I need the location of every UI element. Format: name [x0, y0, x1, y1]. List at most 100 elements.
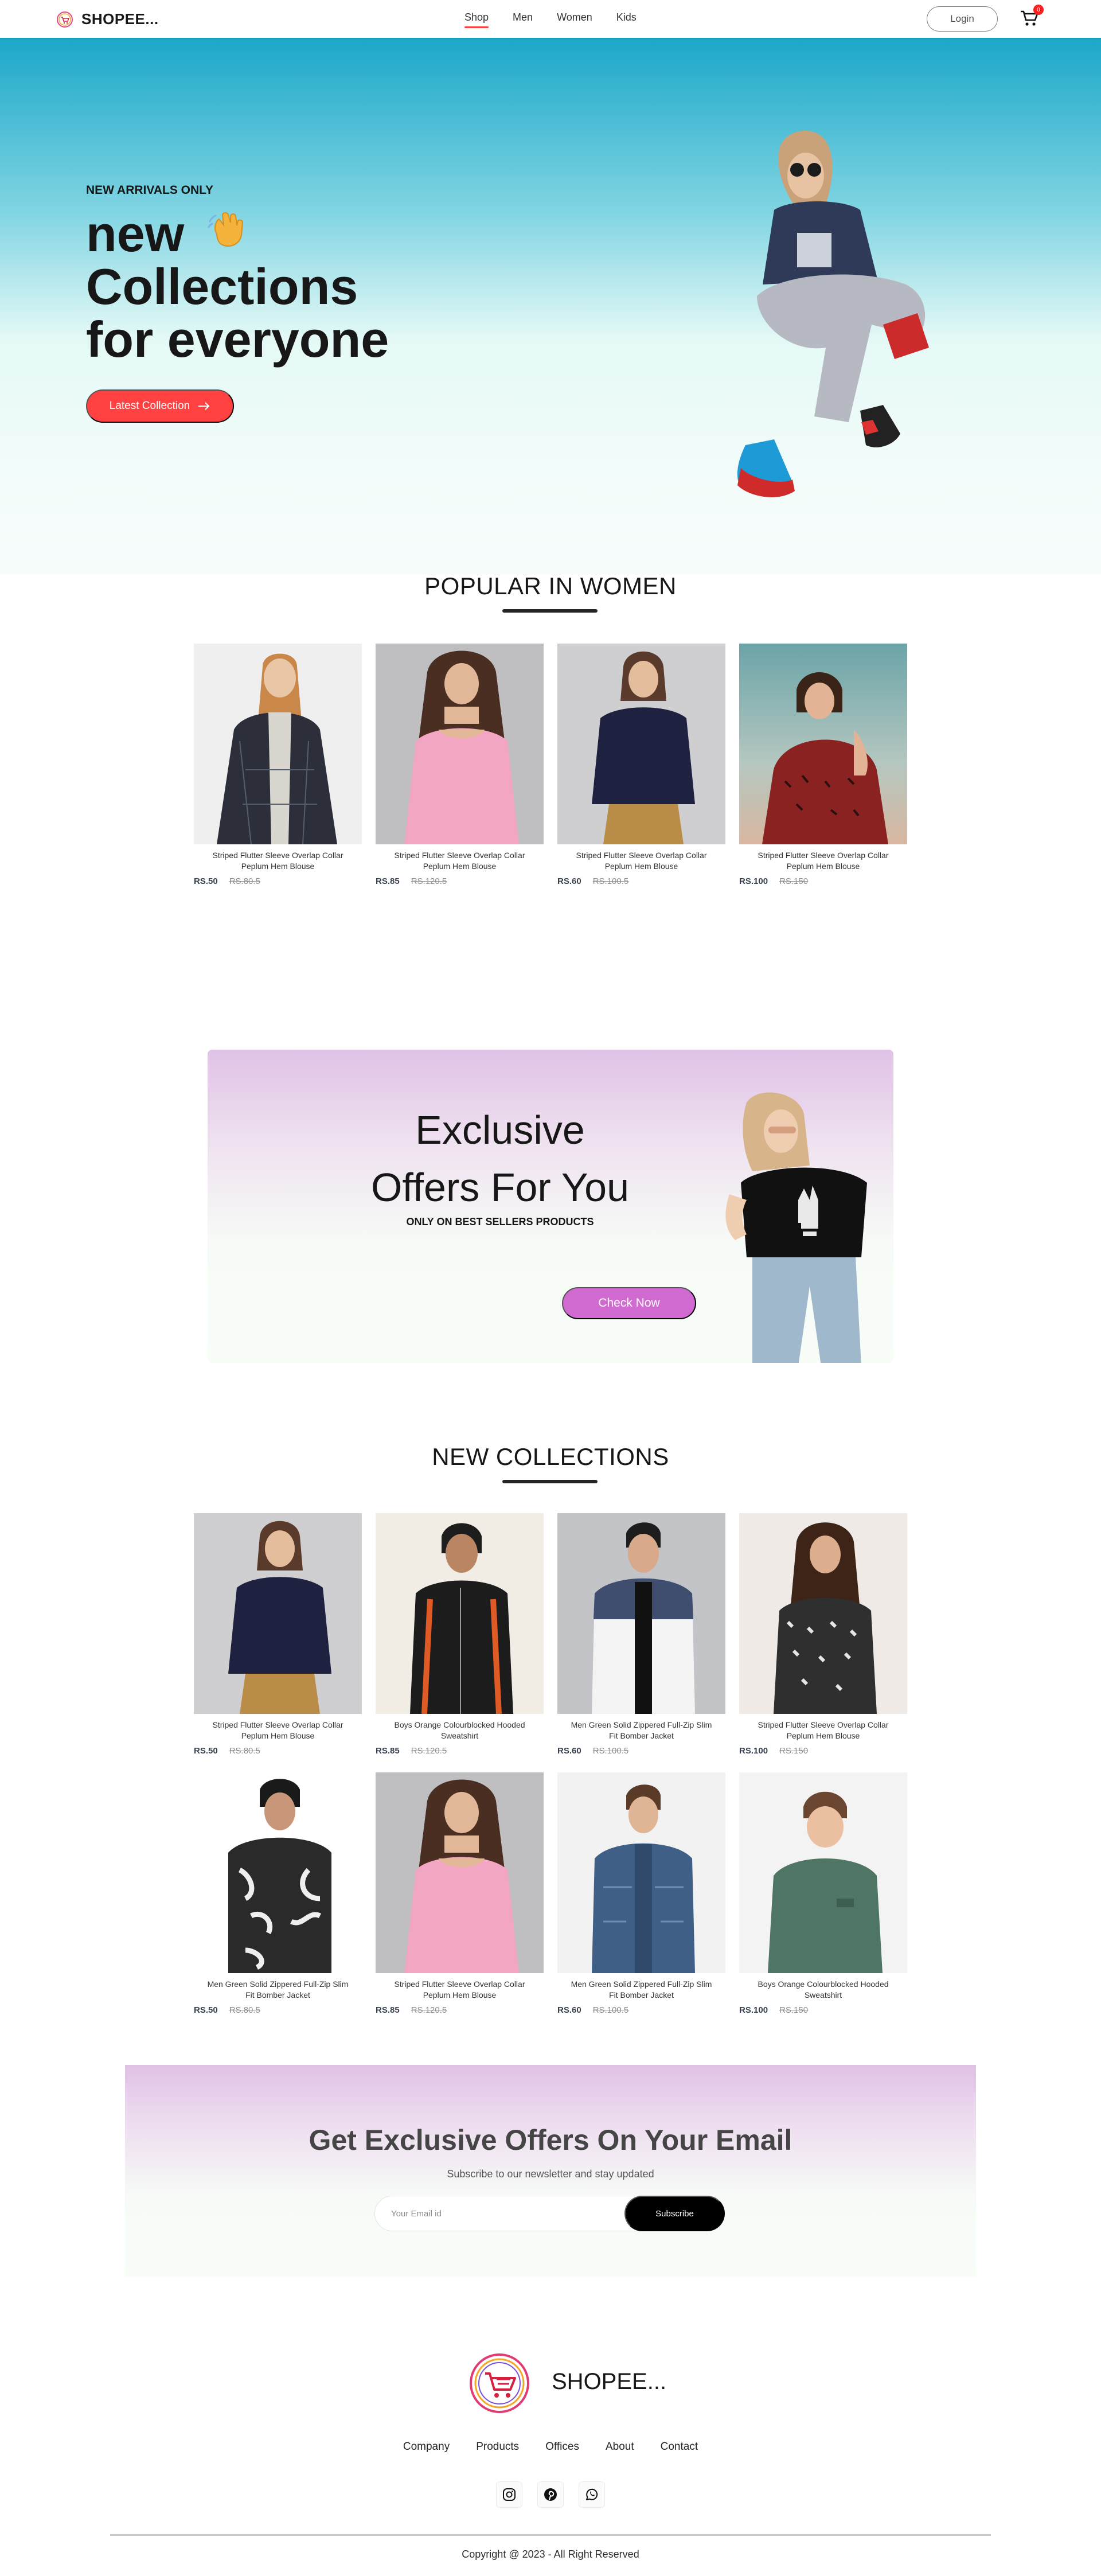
- product-name[interactable]: Striped Flutter Sleeve Overlap Collar Pe…: [557, 850, 725, 872]
- pinterest-icon: [544, 2488, 557, 2501]
- new-price: RS.50: [194, 1746, 218, 1756]
- product-image[interactable]: [739, 644, 907, 844]
- product-prices: RS.100 RS.150: [739, 1746, 907, 1756]
- newsletter-subtitle: Subscribe to our newsletter and stay upd…: [447, 2168, 654, 2180]
- product-name[interactable]: Striped Flutter Sleeve Overlap Collar Pe…: [739, 1720, 907, 1741]
- arrow-right-icon: [198, 402, 210, 410]
- product-name[interactable]: Striped Flutter Sleeve Overlap Collar Pe…: [376, 1979, 544, 2001]
- main-menu: Shop Men Women Kids: [464, 11, 637, 28]
- product-image[interactable]: [557, 1772, 725, 1973]
- menu-item-kids[interactable]: Kids: [616, 11, 637, 28]
- hero-title-line3: for everyone: [86, 311, 389, 368]
- popular-card-1[interactable]: Striped Flutter Sleeve Overlap Collar Pe…: [194, 644, 362, 886]
- product-name[interactable]: Striped Flutter Sleeve Overlap Collar Pe…: [194, 1720, 362, 1741]
- brand-logo[interactable]: SHOPEE...: [56, 10, 159, 28]
- new-price: RS.100: [739, 2005, 768, 2015]
- product-prices: RS.60 RS.100.5: [557, 1746, 725, 1756]
- new-price: RS.50: [194, 876, 218, 886]
- footer-links: Company Products Offices About Contact: [0, 2441, 1101, 2453]
- instagram-icon: [503, 2488, 516, 2501]
- collection-card-1[interactable]: Striped Flutter Sleeve Overlap Collar Pe…: [194, 1513, 362, 1756]
- offers-model-image: [725, 1092, 867, 1363]
- product-name[interactable]: Boys Orange Colourblocked Hooded Sweatsh…: [376, 1720, 544, 1741]
- collection-card-7[interactable]: Men Green Solid Zippered Full-Zip Slim F…: [557, 1772, 725, 2015]
- hero-title-line2: Collections: [86, 258, 358, 315]
- footer-link-products[interactable]: Products: [476, 2441, 519, 2453]
- product-prices: RS.85 RS.120.5: [376, 876, 544, 886]
- cart-logo-icon[interactable]: [468, 2352, 531, 2415]
- product-image[interactable]: [739, 1772, 907, 1973]
- product-image[interactable]: [194, 1772, 362, 1973]
- new-price: RS.60: [557, 1746, 581, 1756]
- navbar: SHOPEE... Shop Men Women Kids Login 0: [0, 0, 1101, 38]
- latest-collection-label: Latest Collection: [109, 400, 190, 412]
- menu-item-men[interactable]: Men: [513, 11, 533, 28]
- subscribe-button[interactable]: Subscribe: [624, 2196, 725, 2231]
- menu-item-shop[interactable]: Shop: [464, 11, 489, 28]
- product-image[interactable]: [557, 1513, 725, 1714]
- hero-title-line1: new: [86, 205, 185, 262]
- collection-card-4[interactable]: Striped Flutter Sleeve Overlap Collar Pe…: [739, 1513, 907, 1756]
- check-now-button[interactable]: Check Now: [562, 1287, 696, 1319]
- social-links: [0, 2481, 1101, 2508]
- product-prices: RS.50 RS.80.5: [194, 1746, 362, 1756]
- collection-card-3[interactable]: Men Green Solid Zippered Full-Zip Slim F…: [557, 1513, 725, 1756]
- product-name[interactable]: Men Green Solid Zippered Full-Zip Slim F…: [557, 1720, 725, 1741]
- product-prices: RS.85 RS.120.5: [376, 1746, 544, 1756]
- footer-link-contact[interactable]: Contact: [661, 2441, 698, 2453]
- newsletter-form: Subscribe: [374, 2196, 725, 2231]
- hero-eyebrow: NEW ARRIVALS ONLY: [86, 184, 214, 197]
- product-prices: RS.100 RS.150: [739, 2005, 907, 2015]
- old-price: RS.80.5: [229, 2005, 260, 2015]
- product-image[interactable]: [557, 644, 725, 844]
- product-prices: RS.60 RS.100.5: [557, 876, 725, 886]
- hero-model-image: [737, 130, 929, 497]
- email-input[interactable]: [391, 2204, 609, 2223]
- product-prices: RS.50 RS.80.5: [194, 2005, 362, 2015]
- new-collections-title-underline: [502, 1480, 598, 1483]
- old-price: RS.80.5: [229, 876, 260, 886]
- old-price: RS.100.5: [592, 1746, 629, 1756]
- product-name[interactable]: Striped Flutter Sleeve Overlap Collar Pe…: [376, 850, 544, 872]
- product-image[interactable]: [739, 1513, 907, 1714]
- newsletter-title: Get Exclusive Offers On Your Email: [309, 2124, 792, 2156]
- product-name[interactable]: Men Green Solid Zippered Full-Zip Slim F…: [194, 1979, 362, 2001]
- offers-subtitle: ONLY ON BEST SELLERS PRODUCTS: [406, 1216, 594, 1227]
- waving-hand-icon: [208, 212, 243, 247]
- collection-card-6[interactable]: Striped Flutter Sleeve Overlap Collar Pe…: [376, 1772, 544, 2015]
- product-image[interactable]: [194, 644, 362, 844]
- popular-title-underline: [502, 609, 598, 613]
- new-price: RS.85: [376, 876, 400, 886]
- new-price: RS.85: [376, 2005, 400, 2015]
- popular-card-4[interactable]: Striped Flutter Sleeve Overlap Collar Pe…: [739, 644, 907, 886]
- footer-link-about[interactable]: About: [606, 2441, 634, 2453]
- product-image[interactable]: [376, 1772, 544, 1973]
- collection-card-8[interactable]: Boys Orange Colourblocked Hooded Sweatsh…: [739, 1772, 907, 2015]
- popular-card-2[interactable]: Striped Flutter Sleeve Overlap Collar Pe…: [376, 644, 544, 886]
- old-price: RS.150: [779, 2005, 809, 2015]
- offers-title: Exclusive Offers For You: [208, 1101, 792, 1216]
- whatsapp-link[interactable]: [579, 2481, 605, 2508]
- whatsapp-icon: [586, 2488, 598, 2500]
- product-name[interactable]: Striped Flutter Sleeve Overlap Collar Pe…: [739, 850, 907, 872]
- collection-card-2[interactable]: Boys Orange Colourblocked Hooded Sweatsh…: [376, 1513, 544, 1756]
- menu-item-women[interactable]: Women: [557, 11, 592, 28]
- product-prices: RS.85 RS.120.5: [376, 2005, 544, 2015]
- latest-collection-button[interactable]: Latest Collection: [86, 389, 234, 423]
- product-image[interactable]: [194, 1513, 362, 1714]
- product-image[interactable]: [376, 644, 544, 844]
- popular-card-3[interactable]: Striped Flutter Sleeve Overlap Collar Pe…: [557, 644, 725, 886]
- footer-link-company[interactable]: Company: [403, 2441, 450, 2453]
- product-image[interactable]: [376, 1513, 544, 1714]
- product-name[interactable]: Boys Orange Colourblocked Hooded Sweatsh…: [739, 1979, 907, 2001]
- footer-link-offices[interactable]: Offices: [545, 2441, 579, 2453]
- new-price: RS.100: [739, 876, 768, 886]
- collection-card-5[interactable]: Men Green Solid Zippered Full-Zip Slim F…: [194, 1772, 362, 2015]
- instagram-link[interactable]: [496, 2481, 522, 2508]
- offers-title-line1: Exclusive: [415, 1108, 585, 1152]
- product-name[interactable]: Striped Flutter Sleeve Overlap Collar Pe…: [194, 850, 362, 872]
- login-button[interactable]: Login: [927, 6, 998, 32]
- product-name[interactable]: Men Green Solid Zippered Full-Zip Slim F…: [557, 1979, 725, 2001]
- new-price: RS.100: [739, 1746, 768, 1756]
- pinterest-link[interactable]: [537, 2481, 564, 2508]
